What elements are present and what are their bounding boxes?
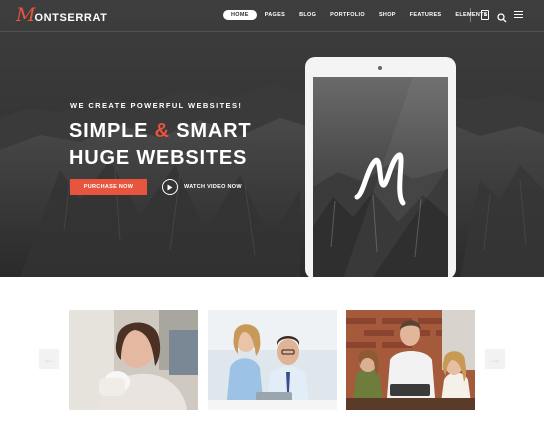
nav-item-portfolio[interactable]: PORTFOLIO [324, 10, 371, 20]
shopping-bag-icon[interactable]: 0 [481, 10, 489, 20]
carousel-prev-button[interactable]: ← [39, 349, 59, 369]
hamburger-menu-icon[interactable] [514, 11, 523, 20]
carousel-next-button[interactable]: → [485, 349, 505, 369]
hero-headline: SIMPLE & SMART HUGE WEBSITES [69, 118, 251, 172]
logo-text: ONTSERRAT [34, 12, 108, 24]
purchase-now-button[interactable]: PURCHASE NOW [70, 179, 147, 195]
nav-item-features[interactable]: FEATURES [404, 10, 448, 20]
arrow-right-icon: → [489, 352, 501, 366]
headline-line-2: HUGE WEBSITES [69, 147, 248, 169]
hero-section: M ONTSERRAT HOME PAGES BLOG PORTFOLIO SH… [0, 0, 544, 277]
nav-item-pages[interactable]: PAGES [259, 10, 291, 20]
watch-video-label: WATCH VIDEO NOW [184, 184, 242, 190]
arrow-left-icon: ← [43, 352, 55, 366]
watch-video-button[interactable]: WATCH VIDEO NOW [162, 179, 242, 195]
carousel-photo-office-team[interactable] [208, 310, 337, 410]
headline-ampersand: & [154, 120, 170, 142]
carousel-photo-woman-coffee[interactable] [69, 310, 198, 410]
cart-count: 0 [483, 12, 487, 17]
headline-line-1: SIMPLE & SMART [69, 120, 252, 142]
site-header: M ONTSERRAT HOME PAGES BLOG PORTFOLIO SH… [0, 0, 544, 32]
main-nav: HOME PAGES BLOG PORTFOLIO SHOP FEATURES … [223, 10, 496, 20]
tablet-screen [313, 77, 448, 277]
nav-item-blog[interactable]: BLOG [293, 10, 322, 20]
header-divider [470, 8, 471, 22]
montserrat-m-logo [354, 152, 406, 206]
nav-item-shop[interactable]: SHOP [373, 10, 402, 20]
tablet-mockup [305, 57, 456, 277]
search-icon[interactable] [497, 10, 507, 28]
site-logo[interactable]: M ONTSERRAT [16, 6, 108, 25]
logo-initial: M [16, 4, 36, 26]
tablet-camera [378, 66, 382, 70]
hero-tagline: WE CREATE POWERFUL WEBSITES! [70, 101, 243, 110]
header-bottom-border [0, 31, 544, 32]
play-icon[interactable] [162, 179, 178, 195]
nav-item-home[interactable]: HOME [223, 10, 257, 20]
carousel-photo-meeting[interactable] [346, 310, 475, 410]
